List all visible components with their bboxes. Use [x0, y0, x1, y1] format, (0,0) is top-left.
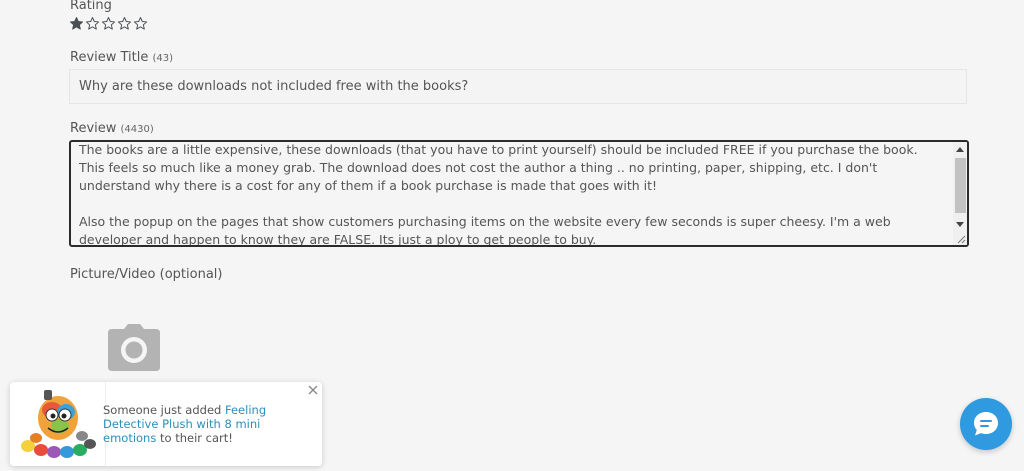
review-title-label: Review Title (43) — [70, 50, 173, 65]
recent-purchase-popup[interactable]: Someone just added Feeling Detective Plus… — [10, 382, 322, 466]
review-line — [79, 195, 949, 213]
review-title-input[interactable]: Why are these downloads not included fre… — [69, 69, 967, 104]
review-scrollbar[interactable] — [953, 142, 967, 245]
review-title-label-text: Review Title — [70, 50, 149, 65]
rating-stars[interactable] — [69, 16, 148, 31]
review-label: Review (4430) — [70, 121, 154, 136]
review-form-page: Rating Review Title (43) Why are these d… — [0, 0, 1024, 471]
review-title-char-count: (43) — [152, 53, 174, 64]
review-label-text: Review — [70, 121, 117, 136]
camera-icon[interactable] — [106, 323, 162, 373]
review-line: This feels so much like a money grab. Th… — [79, 160, 878, 175]
rating-label: Rating — [70, 0, 112, 13]
chat-bubble-icon — [974, 412, 998, 436]
product-name-line2: Detective Plush with 8 mini — [103, 417, 261, 431]
product-thumbnail[interactable] — [16, 388, 100, 464]
popup-suffix: to their cart! — [156, 431, 233, 445]
review-title-value: Why are these downloads not included fre… — [79, 79, 469, 94]
popup-message: Someone just added Feeling Detective Plus… — [103, 403, 303, 445]
review-textarea[interactable]: The books are a little expensive, these … — [69, 140, 969, 247]
product-name-line1: Feeling — [225, 403, 267, 417]
star-empty-icon[interactable] — [133, 16, 148, 31]
close-icon[interactable] — [308, 385, 318, 395]
chat-button[interactable] — [960, 398, 1012, 450]
scroll-up-arrow-icon[interactable] — [956, 147, 964, 152]
media-label: Picture/Video (optional) — [70, 267, 223, 282]
resize-grip-icon[interactable] — [957, 235, 966, 244]
popup-prefix: Someone just added — [103, 403, 225, 417]
review-line: developer and happen to know they are FA… — [79, 232, 597, 247]
review-char-count: (4430) — [120, 124, 154, 135]
scroll-down-arrow-icon[interactable] — [956, 222, 964, 227]
star-empty-icon[interactable] — [85, 16, 100, 31]
product-name-line3: emotions — [103, 431, 157, 445]
review-line: Also the popup on the pages that show cu… — [79, 214, 891, 229]
star-empty-icon[interactable] — [101, 16, 116, 31]
review-line: The books are a little expensive, these … — [79, 142, 918, 157]
review-line: understand why there is a cost for any o… — [79, 178, 658, 193]
review-text: The books are a little expensive, these … — [79, 142, 949, 247]
star-empty-icon[interactable] — [117, 16, 132, 31]
scroll-thumb[interactable] — [955, 158, 966, 213]
star-filled-icon[interactable] — [69, 16, 84, 31]
